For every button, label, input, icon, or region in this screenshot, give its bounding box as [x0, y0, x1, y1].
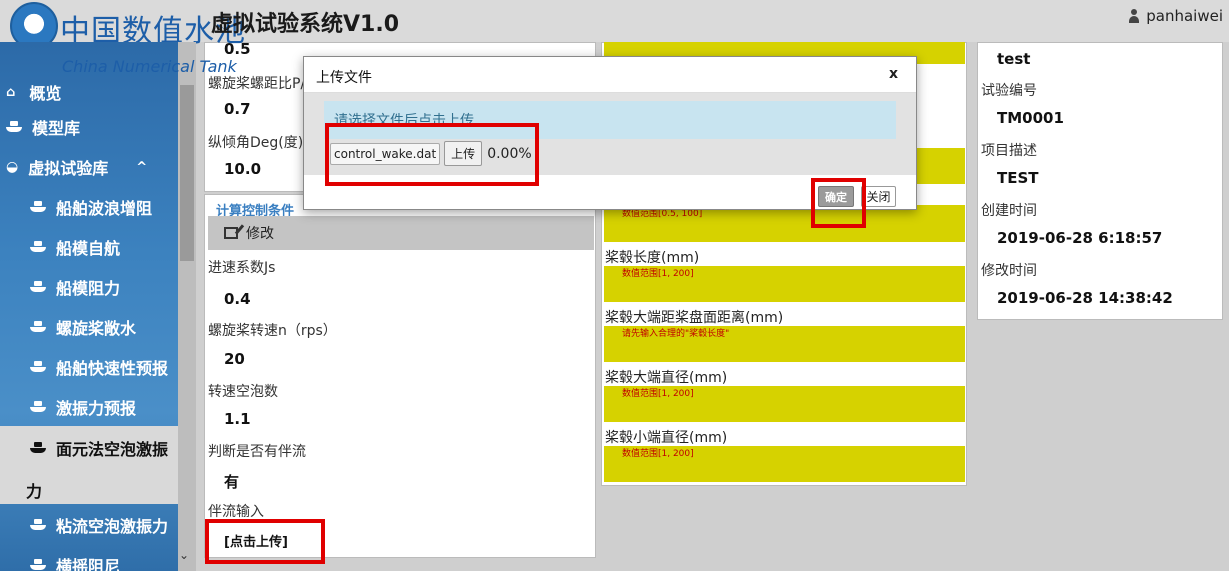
- ship-icon: [30, 442, 46, 454]
- confirm-button[interactable]: 确定: [818, 186, 854, 207]
- sidebar-item-label: 模型库: [32, 119, 81, 138]
- rps-label: 螺旋桨转速n（rps）: [208, 323, 337, 339]
- upload-button[interactable]: 上传: [444, 141, 483, 166]
- logo-subtitle: China Numerical Tank: [62, 57, 237, 76]
- edit-label: 修改: [246, 226, 274, 242]
- home-icon: ⌂: [6, 84, 16, 100]
- sidebar-item-label: 船舶波浪增阻: [56, 199, 153, 218]
- ship-icon: [30, 201, 46, 213]
- created-value: 2019-06-28 6:18:57: [997, 229, 1163, 247]
- user-menu[interactable]: panhaiwei: [1128, 7, 1223, 25]
- sidebar-item-label-wrap: 力: [26, 482, 43, 501]
- cavitation-label: 转速空泡数: [208, 384, 278, 400]
- ship-icon: [30, 559, 46, 571]
- ship-icon: [30, 401, 46, 413]
- chevron-down-icon[interactable]: ⌄: [179, 548, 189, 562]
- sidebar-item-panel-cavitation[interactable]: 面元法空泡激振 力: [0, 426, 178, 504]
- sidebar-item-open-water[interactable]: 螺旋桨敞水: [0, 312, 178, 342]
- created-label: 创建时间: [981, 203, 1037, 219]
- sidebar-item-label: 螺旋桨敞水: [56, 319, 137, 338]
- user-icon: [1128, 9, 1140, 23]
- sidebar-item-label: 面元法空泡激振: [56, 440, 169, 459]
- sidebar-item-self-propulsion[interactable]: 船模自航: [0, 232, 178, 262]
- edit-icon: [224, 227, 238, 239]
- sidebar-item-resistance[interactable]: 船模阻力: [0, 272, 178, 302]
- ship-icon: [6, 121, 22, 133]
- sidebar-item-roll-damping[interactable]: 横摇阻尼: [0, 550, 178, 571]
- upload-progress: 0.00%: [487, 145, 532, 162]
- ship-icon: [30, 321, 46, 333]
- chevron-up-icon: ^: [136, 159, 148, 175]
- advance-value: 0.4: [224, 290, 251, 308]
- sidebar-item-label: 粘流空泡激振力: [56, 517, 169, 536]
- sidebar-item-label: 概览: [29, 84, 62, 103]
- sidebar-item-models[interactable]: 模型库: [0, 112, 178, 142]
- pitch-label: 螺旋桨螺距比P/D: [208, 76, 316, 92]
- ship-icon: [30, 241, 46, 253]
- close-icon[interactable]: x: [889, 66, 898, 82]
- trim-value: 10.0: [224, 160, 262, 178]
- sidebar-item-label: 船模自航: [56, 239, 121, 258]
- hub-dist-label: 桨毂大端距桨盘面距离(mm): [605, 310, 784, 326]
- modified-label: 修改时间: [981, 263, 1037, 279]
- close-button[interactable]: 关闭: [861, 186, 896, 207]
- ship-icon: [30, 519, 46, 531]
- rps-value: 20: [224, 350, 245, 368]
- sidebar-item-label: 激振力预报: [56, 399, 137, 418]
- sidebar-item-label: 虚拟试验库: [28, 159, 109, 178]
- wake-upload-link[interactable]: [点击上传]: [224, 531, 288, 550]
- test-no-label: 试验编号: [981, 83, 1037, 99]
- hub-length-hint: 数值范围[1, 200]: [622, 269, 694, 279]
- hub-length-label: 桨毂长度(mm): [605, 250, 700, 266]
- info-message: 请选择文件后点击上传: [324, 101, 896, 139]
- advance-label: 进速系数Js: [208, 260, 276, 276]
- pitch-value: 0.7: [224, 100, 251, 118]
- sidebar-item-virtual-tests[interactable]: ◒ 虚拟试验库 ^: [0, 152, 178, 182]
- hub-big-label: 桨毂大端直径(mm): [605, 370, 728, 386]
- test-no-value: TM0001: [997, 109, 1064, 127]
- hub-small-hint: 数值范围[1, 200]: [622, 449, 694, 459]
- name-value: test: [997, 50, 1031, 68]
- modified-value: 2019-06-28 14:38:42: [997, 289, 1173, 307]
- wake-input-label: 伴流输入: [208, 504, 264, 520]
- file-select[interactable]: control_wake.dat: [330, 142, 441, 165]
- cavitation-value: 1.1: [224, 410, 251, 428]
- username: panhaiwei: [1146, 7, 1223, 25]
- gauge-icon: ◒: [6, 159, 19, 175]
- file-row: control_wake.dat 上传 0.00%: [330, 141, 532, 166]
- sidebar: ⌂ 概览 模型库 ◒ 虚拟试验库 ^ 船舶波浪增阻 船模自航 船模阻力 螺旋桨敞…: [0, 42, 178, 571]
- trim-label: 纵倾角Deg(度): [208, 135, 304, 151]
- edit-button[interactable]: 修改: [208, 216, 594, 250]
- desc-value: TEST: [997, 169, 1039, 187]
- sidebar-item-overview[interactable]: ⌂ 概览: [0, 77, 178, 107]
- hub-small-label: 桨毂小端直径(mm): [605, 430, 728, 446]
- sidebar-item-label: 横摇阻尼: [56, 557, 121, 571]
- wake-flag-value: 有: [224, 473, 240, 491]
- upload-dialog: 上传文件 x 请选择文件后点击上传 control_wake.dat 上传 0.…: [303, 56, 917, 210]
- wake-flag-label: 判断是否有伴流: [208, 444, 306, 460]
- ship-icon: [30, 361, 46, 373]
- dialog-title: 上传文件: [316, 70, 372, 86]
- ship-icon: [30, 281, 46, 293]
- hub-dist-hint: 请先输入合理的"桨毂长度": [622, 329, 730, 339]
- hub-big-hint: 数值范围[1, 200]: [622, 389, 694, 399]
- sidebar-item-label: 船舶快速性预报: [56, 359, 169, 378]
- sidebar-item-speed-prediction[interactable]: 船舶快速性预报: [0, 352, 178, 382]
- desc-label: 项目描述: [981, 143, 1037, 159]
- app-header: 中国数值水池 虚拟试验系统V1.0 panhaiwei: [0, 0, 1229, 50]
- app-title: 虚拟试验系统V1.0: [211, 12, 399, 37]
- sidebar-item-wave-resistance[interactable]: 船舶波浪增阻: [0, 192, 178, 222]
- sidebar-scroll-thumb[interactable]: [180, 85, 194, 261]
- sidebar-item-viscous-cavitation[interactable]: 粘流空泡激振力: [0, 510, 178, 540]
- sidebar-item-excitation[interactable]: 激振力预报: [0, 392, 178, 422]
- sidebar-item-label: 船模阻力: [56, 279, 121, 298]
